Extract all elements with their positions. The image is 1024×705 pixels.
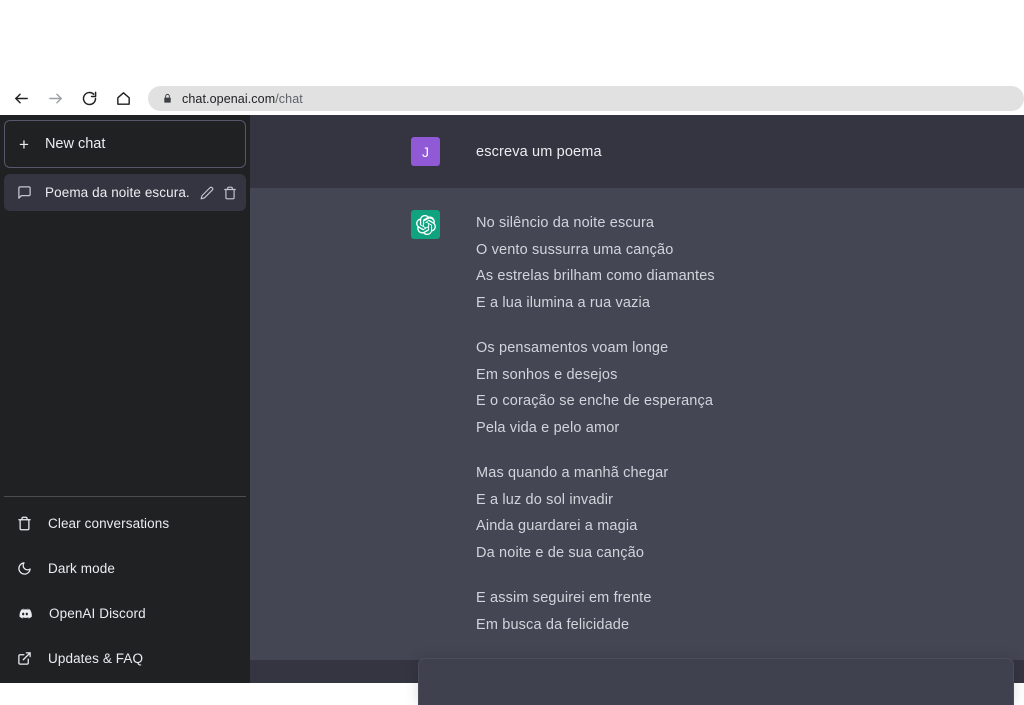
sidebar-item-clear-conversations[interactable]: Clear conversations bbox=[4, 501, 246, 546]
poem-line: E a luz do sol invadir bbox=[476, 491, 614, 508]
poem-stanza: E assim seguirei em frente Em busca da f… bbox=[476, 585, 715, 638]
sidebar-item-label: Dark mode bbox=[48, 561, 115, 576]
moon-icon bbox=[17, 561, 32, 576]
conversation-title: Poema da noite escura. bbox=[45, 185, 190, 200]
message-input[interactable] bbox=[418, 658, 1014, 705]
discord-icon bbox=[17, 606, 33, 622]
sidebar-item-updates-faq[interactable]: Updates & FAQ bbox=[4, 636, 246, 681]
address-bar[interactable]: chat.openai.com/chat bbox=[148, 86, 1024, 111]
new-chat-button[interactable]: + New chat bbox=[4, 120, 246, 168]
reload-button[interactable] bbox=[76, 86, 102, 112]
sidebar-item-label: OpenAI Discord bbox=[49, 606, 146, 621]
poem-line: Em sonhos e desejos bbox=[476, 366, 618, 383]
poem-line: Pela vida e pelo amor bbox=[476, 419, 620, 436]
chat-transcript: J escreva um poema No silêncio da noite … bbox=[250, 115, 1024, 683]
assistant-message: No silêncio da noite escura O vento suss… bbox=[250, 188, 1024, 660]
poem-line: Da noite e de sua canção bbox=[476, 544, 645, 561]
trash-icon[interactable] bbox=[223, 186, 237, 200]
lock-icon bbox=[162, 92, 173, 105]
poem-line: E assim seguirei em frente bbox=[476, 590, 652, 606]
avatar: J bbox=[411, 137, 440, 166]
user-message: J escreva um poema bbox=[250, 115, 1024, 188]
poem-line: Em busca da felicidade bbox=[476, 616, 630, 633]
poem-stanza: No silêncio da noite escura O vento suss… bbox=[476, 210, 715, 316]
back-button[interactable] bbox=[8, 86, 34, 112]
conversation-list: Poema da noite escura. bbox=[4, 174, 246, 211]
assistant-message-text: No silêncio da noite escura O vento suss… bbox=[476, 210, 735, 638]
browser-toolbar: chat.openai.com/chat bbox=[0, 82, 1024, 115]
url-text: chat.openai.com/chat bbox=[182, 92, 303, 106]
home-button[interactable] bbox=[110, 86, 136, 112]
external-link-icon bbox=[17, 651, 32, 666]
sidebar-item-label: Updates & FAQ bbox=[48, 651, 144, 666]
conversation-item-poema[interactable]: Poema da noite escura. bbox=[4, 174, 246, 211]
new-chat-label: New chat bbox=[44, 136, 106, 152]
poem-line: Ainda guardarei a magia bbox=[476, 518, 638, 534]
plus-icon: + bbox=[19, 134, 29, 154]
forward-button[interactable] bbox=[42, 86, 68, 112]
sidebar-item-dark-mode[interactable]: Dark mode bbox=[4, 546, 246, 591]
conversation-actions bbox=[200, 186, 237, 200]
sidebar-item-openai-discord[interactable]: OpenAI Discord bbox=[4, 591, 246, 636]
chatgpt-app: + New chat Poema da noite escura. Clear … bbox=[0, 115, 1024, 705]
poem-line: No silêncio da noite escura bbox=[476, 215, 655, 231]
sidebar-item-label: Clear conversations bbox=[48, 516, 170, 531]
poem-line: E o coração se enche de esperança bbox=[476, 393, 714, 409]
poem-line: O vento sussurra uma canção bbox=[476, 241, 674, 258]
poem-stanza: Mas quando a manhã chegar E a luz do sol… bbox=[476, 460, 715, 566]
poem-stanza: Os pensamentos voam longe Em sonhos e de… bbox=[476, 335, 715, 441]
sidebar: + New chat Poema da noite escura. Clear … bbox=[0, 115, 250, 683]
user-message-text: escreva um poema bbox=[476, 144, 602, 160]
sidebar-footer: Clear conversations Dark mode OpenAI Dis… bbox=[4, 496, 246, 683]
url-path: /chat bbox=[275, 91, 303, 106]
pencil-icon[interactable] bbox=[200, 186, 214, 200]
message-icon bbox=[17, 185, 32, 200]
poem-line: E a lua ilumina a rua vazia bbox=[476, 294, 651, 311]
poem-line: As estrelas brilham como diamantes bbox=[476, 268, 715, 284]
url-host: chat.openai.com bbox=[182, 91, 276, 106]
openai-logo-icon bbox=[411, 210, 440, 239]
poem-line: Os pensamentos voam longe bbox=[476, 340, 669, 356]
poem-line: Mas quando a manhã chegar bbox=[476, 465, 669, 481]
blank-top-strip bbox=[0, 0, 1024, 82]
trash-icon bbox=[17, 516, 32, 531]
